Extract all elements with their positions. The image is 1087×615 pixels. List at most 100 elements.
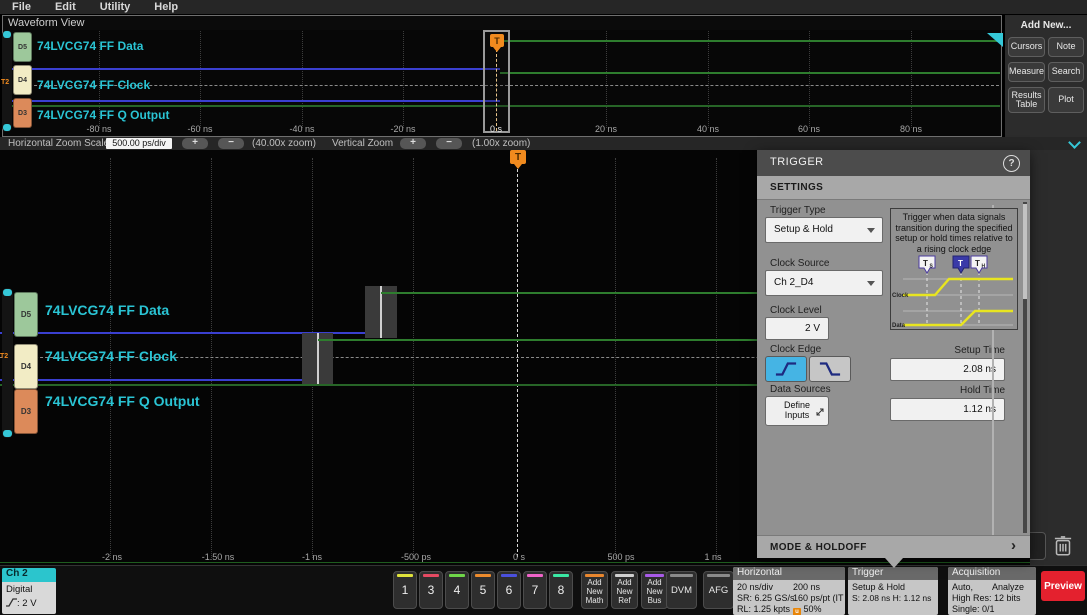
add-results-table-button[interactable]: Results Table bbox=[1008, 87, 1045, 113]
trigger-type-dropdown[interactable]: Setup & Hold bbox=[765, 217, 883, 243]
horizontal-resolution: 160 ps/pt (IT bbox=[793, 593, 844, 603]
group-cap-top bbox=[3, 289, 12, 296]
channel-badge-d5[interactable]: D5 bbox=[14, 292, 38, 337]
clock-edge-label: Clock Edge bbox=[770, 344, 821, 355]
clock-waveform-low bbox=[0, 379, 302, 381]
channel-badge-d4[interactable]: D4 bbox=[13, 65, 32, 95]
svg-text:T: T bbox=[923, 259, 928, 268]
channel-label-qoutput[interactable]: 74LVCG74 FF Q Output bbox=[45, 393, 200, 409]
define-inputs-button[interactable]: Define Inputs bbox=[765, 396, 829, 426]
group-cap-bottom bbox=[3, 430, 12, 437]
hold-time-label: Hold Time bbox=[890, 385, 1005, 396]
menu-edit[interactable]: Edit bbox=[55, 1, 76, 13]
hzoom-plus-button[interactable]: + bbox=[182, 138, 208, 149]
vzoom-plus-button[interactable]: + bbox=[400, 138, 426, 149]
ref-color-stripe bbox=[615, 574, 634, 577]
preview-button[interactable]: Preview bbox=[1041, 571, 1085, 601]
falling-edge-button[interactable] bbox=[809, 356, 851, 382]
channel-3-button[interactable]: 3 bbox=[419, 571, 443, 609]
hold-time-input[interactable]: 1.12 ns bbox=[890, 398, 1005, 421]
add-measure-button[interactable]: Measure bbox=[1008, 62, 1045, 82]
trigger-flag-icon[interactable]: T bbox=[510, 150, 526, 164]
channel-badge-d4[interactable]: D4 bbox=[14, 344, 38, 389]
channel-1-button[interactable]: 1 bbox=[393, 571, 417, 609]
clock-level-label: Clock Level bbox=[770, 305, 822, 316]
horizontal-title: Horizontal bbox=[733, 567, 845, 580]
define-inputs-text: Define Inputs bbox=[776, 401, 818, 421]
channel-badge-d5[interactable]: D5 bbox=[13, 32, 32, 62]
channel-label-data[interactable]: 74LVCG74 FF Data bbox=[37, 39, 143, 53]
channel-7-button[interactable]: 7 bbox=[523, 571, 547, 609]
menu-utility[interactable]: Utility bbox=[100, 1, 131, 13]
hzoom-minus-button[interactable]: − bbox=[218, 138, 244, 149]
dvm-button[interactable]: DVM bbox=[666, 571, 697, 609]
axis-tick: -1.50 ns bbox=[186, 552, 250, 562]
acquisition-analyze: Analyze bbox=[992, 582, 1024, 592]
axis-tick: -20 ns bbox=[371, 124, 435, 134]
trigger-flag-icon[interactable]: T bbox=[490, 34, 504, 47]
afg-button[interactable]: AFG bbox=[703, 571, 734, 609]
horizontal-scale: 20 ns/div bbox=[737, 582, 773, 592]
axis-tick-zero: 0 s bbox=[487, 552, 551, 562]
zoom-box-overlay[interactable]: T bbox=[483, 30, 510, 133]
add-new-bus-button[interactable]: Add New Bus bbox=[641, 571, 668, 609]
axis-tick: -60 ns bbox=[168, 124, 232, 134]
add-cursors-button[interactable]: Cursors bbox=[1008, 37, 1045, 57]
acquisition-resolution: High Res: 12 bits bbox=[952, 593, 1021, 603]
collapse-chevron-icon[interactable] bbox=[1068, 136, 1081, 149]
trigger-times-text: S: 2.08 ns H: 1.12 ns bbox=[852, 593, 931, 603]
plot-bottom-edge bbox=[0, 562, 1030, 563]
channel-6-button[interactable]: 6 bbox=[497, 571, 521, 609]
menu-help[interactable]: Help bbox=[154, 1, 178, 13]
channel-label-qoutput[interactable]: 74LVCG74 FF Q Output bbox=[37, 108, 169, 122]
channel-label-clock[interactable]: 74LVCG74 FF Clock bbox=[45, 348, 177, 364]
svg-text:T: T bbox=[958, 259, 963, 268]
channel-4-button[interactable]: 4 bbox=[445, 571, 469, 609]
vzoom-factor-label: (1.00x zoom) bbox=[472, 138, 530, 149]
channel-group-handle[interactable] bbox=[2, 288, 13, 438]
channel-label-data[interactable]: 74LVCG74 FF Data bbox=[45, 302, 169, 318]
acquisition-mode: Auto, bbox=[952, 582, 973, 592]
trigger-type-text: Setup & Hold bbox=[852, 582, 905, 592]
add-new-ref-button[interactable]: Add New Ref bbox=[611, 571, 638, 609]
gridline bbox=[403, 31, 404, 128]
clock-source-dropdown[interactable]: Ch 2_D4 bbox=[765, 270, 883, 296]
add-note-button[interactable]: Note bbox=[1048, 37, 1084, 57]
scrollbar-thumb[interactable] bbox=[1023, 204, 1027, 299]
add-search-button[interactable]: Search bbox=[1048, 62, 1084, 82]
clock-level-input[interactable]: 2 V bbox=[765, 317, 829, 340]
svg-text:H: H bbox=[982, 264, 986, 270]
channel-label-clock[interactable]: 74LVCG74 FF Clock bbox=[37, 78, 150, 92]
axis-tick: 80 ns bbox=[879, 124, 943, 134]
channel-badge-d3[interactable]: D3 bbox=[14, 389, 38, 434]
horizontal-sample-rate: SR: 6.25 GS/s bbox=[737, 593, 795, 603]
acquisition-badge[interactable]: Acquisition Auto, Analyze High Res: 12 b… bbox=[948, 567, 1036, 615]
horizontal-record-length: RL: 1.25 kpts bbox=[737, 604, 790, 614]
hzoom-scale-input[interactable]: 500.00 ps/div bbox=[106, 138, 172, 149]
gridline bbox=[708, 31, 709, 128]
gridline bbox=[606, 31, 607, 128]
axis-tick: -1 ns bbox=[280, 552, 344, 562]
add-plot-button[interactable]: Plot bbox=[1048, 87, 1084, 113]
vzoom-minus-button[interactable]: − bbox=[436, 138, 462, 149]
help-icon[interactable]: ? bbox=[1003, 155, 1020, 172]
expand-icon bbox=[816, 408, 824, 416]
rising-edge-button[interactable] bbox=[765, 356, 807, 382]
trash-icon[interactable] bbox=[1050, 532, 1076, 558]
channel-color-stripe bbox=[475, 574, 491, 577]
mode-holdoff-section[interactable]: MODE & HOLDOFF › bbox=[757, 535, 1030, 558]
channel-5-button[interactable]: 5 bbox=[471, 571, 495, 609]
diagram-clock-label: Clock bbox=[892, 293, 909, 299]
tab-settings[interactable]: SETTINGS bbox=[770, 182, 823, 193]
menu-file[interactable]: File bbox=[12, 1, 31, 13]
add-new-title: Add New... bbox=[1005, 20, 1087, 31]
t-flag-icon: T bbox=[953, 256, 969, 273]
setup-time-input[interactable]: 2.08 ns bbox=[890, 358, 1005, 381]
horizontal-badge[interactable]: Horizontal 20 ns/div 200 ns SR: 6.25 GS/… bbox=[733, 567, 845, 615]
add-new-math-button[interactable]: Add New Math bbox=[581, 571, 608, 609]
channel-2-badge[interactable]: Ch 2 Digital : 2 V bbox=[2, 568, 56, 614]
channel-badge-d3[interactable]: D3 bbox=[13, 98, 32, 128]
channel-8-button[interactable]: 8 bbox=[549, 571, 573, 609]
chevron-down-icon bbox=[867, 281, 875, 290]
trigger-badge[interactable]: Trigger Setup & Hold S: 2.08 ns H: 1.12 … bbox=[848, 567, 938, 615]
